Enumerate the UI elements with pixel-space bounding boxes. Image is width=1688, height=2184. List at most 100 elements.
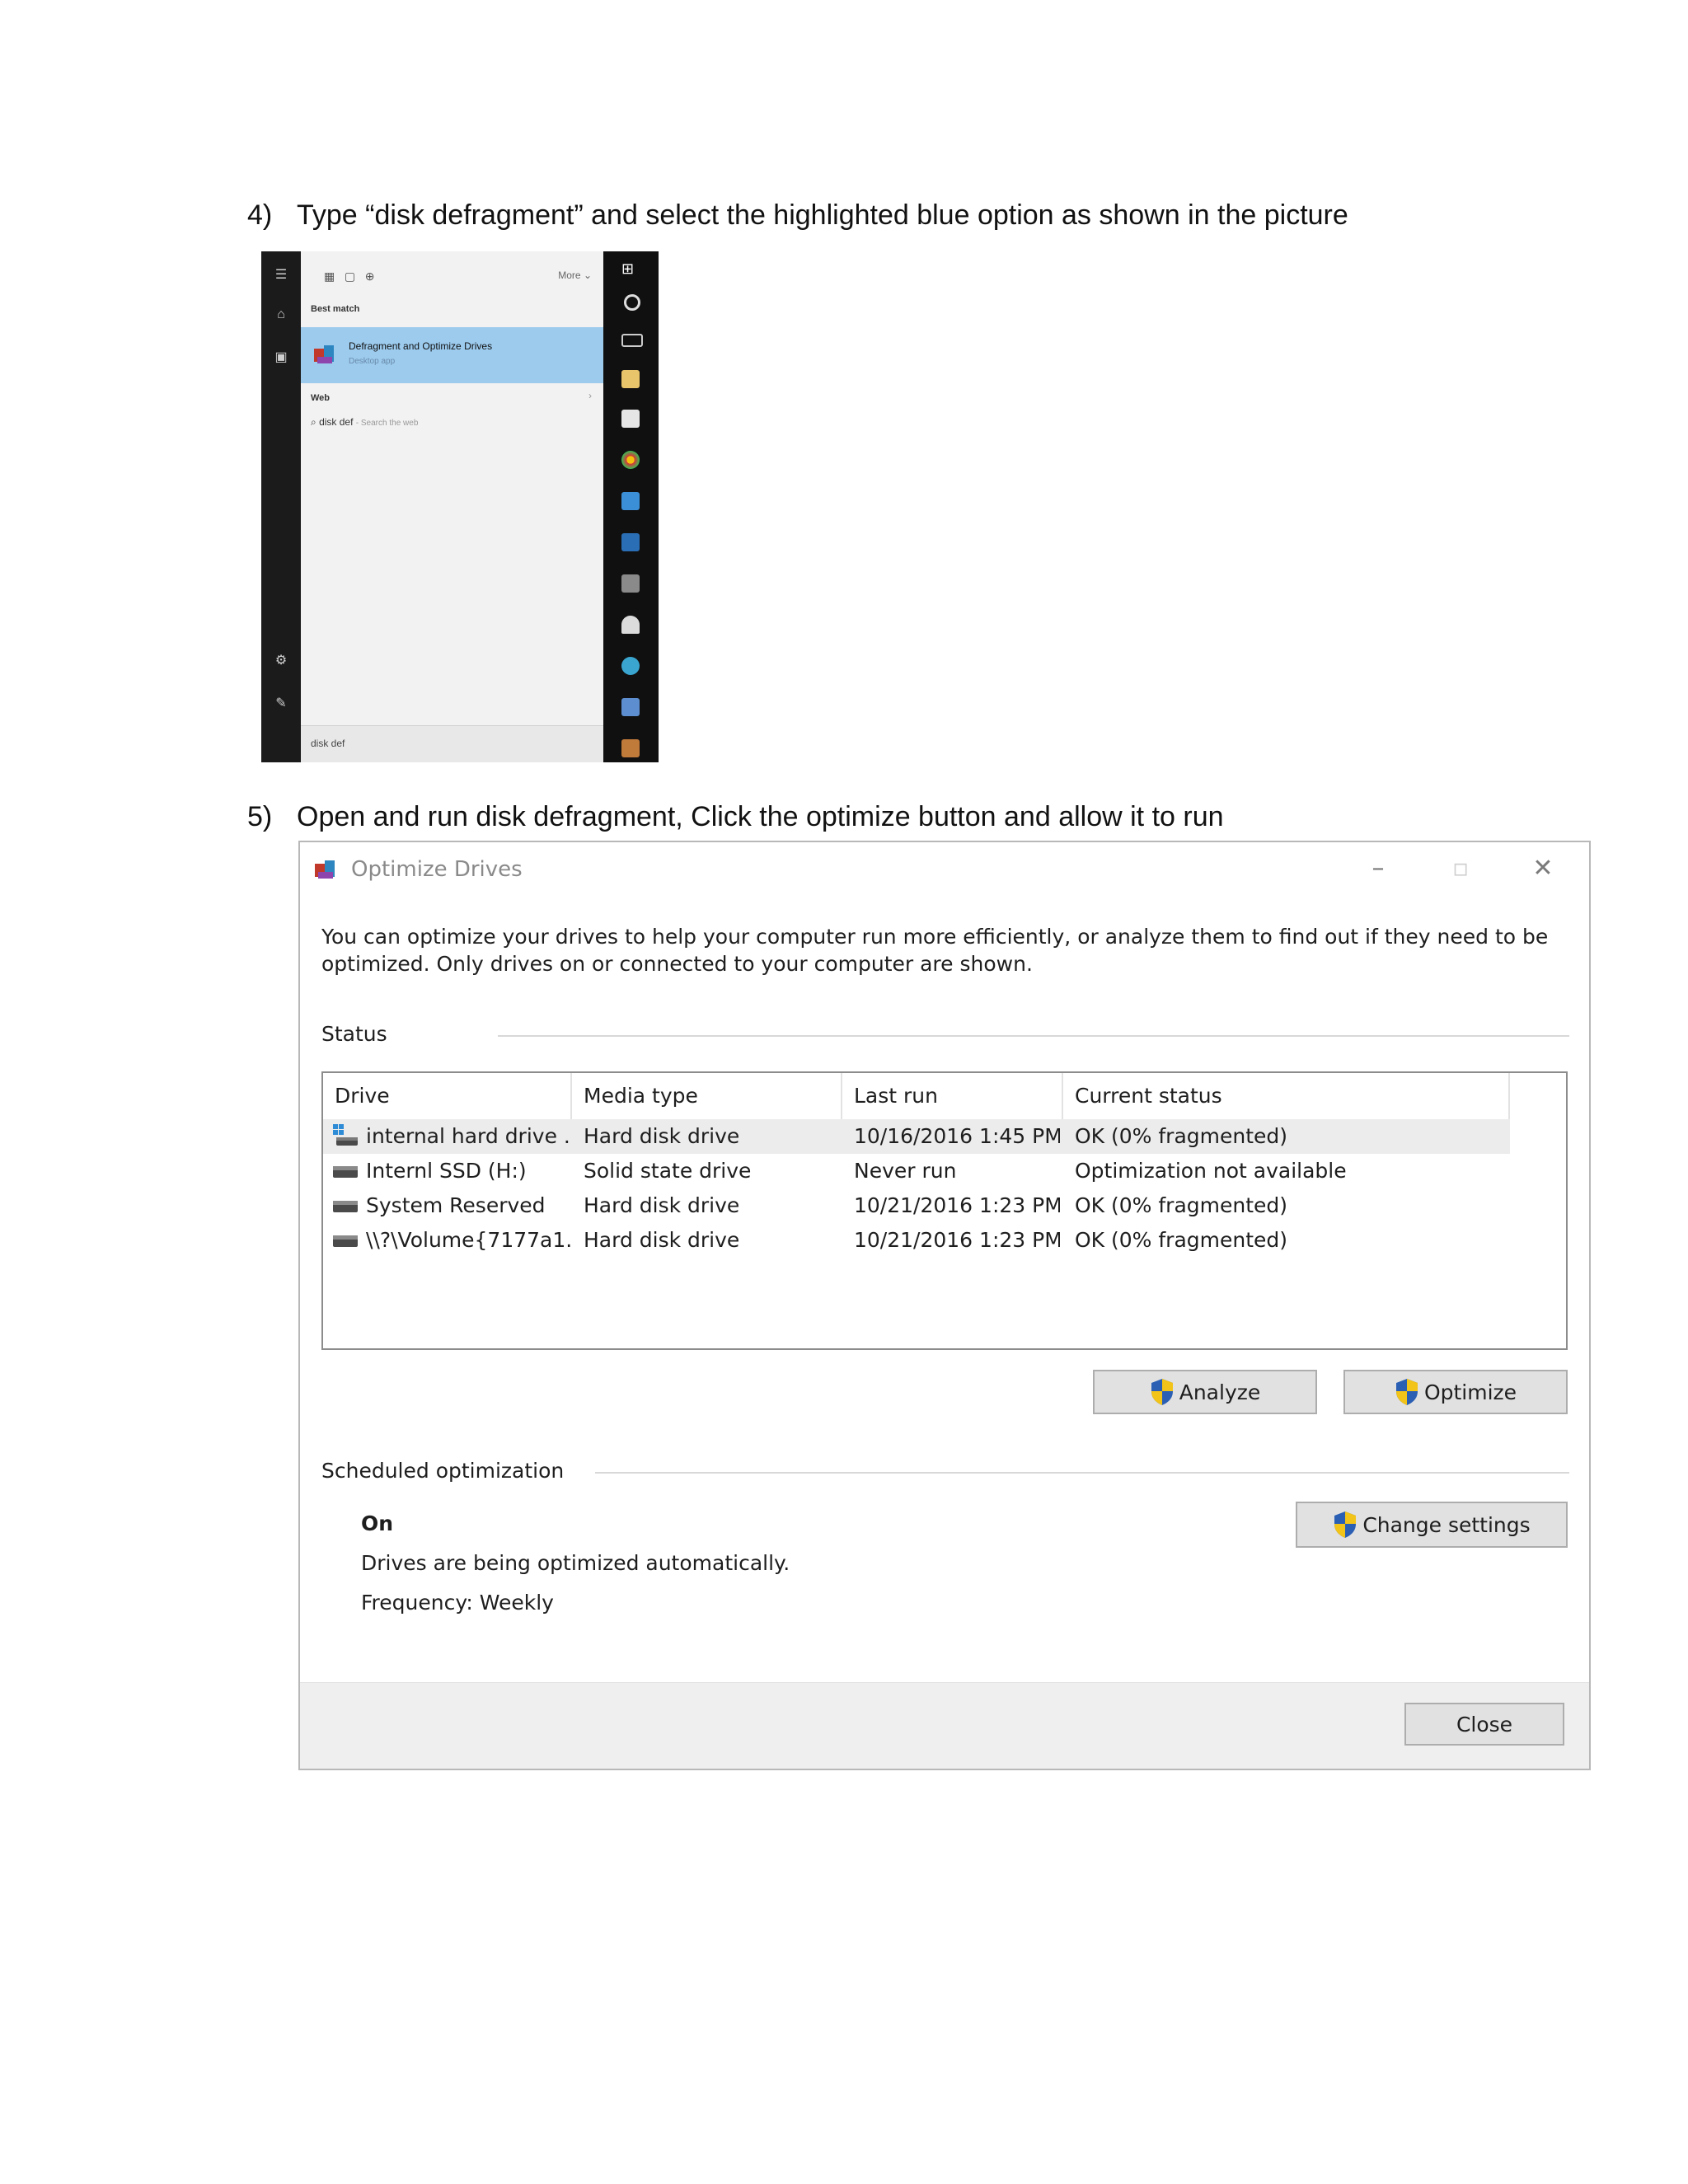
optimize-button[interactable]: Optimize	[1343, 1370, 1568, 1414]
app-icon[interactable]	[621, 616, 640, 634]
table-row[interactable]: Internl SSD (H:) Solid state drive Never…	[323, 1154, 1510, 1188]
web-query: disk def	[319, 416, 354, 428]
media-type: Hard disk drive	[584, 1124, 740, 1148]
change-settings-button[interactable]: Change settings	[1296, 1502, 1568, 1548]
step-text: Type “disk defragment” and select the hi…	[297, 199, 1348, 231]
optimize-drives-window: Optimize Drives – ▫ ✕ You can optimize y…	[298, 841, 1591, 1770]
step-5-heading: 5) Open and run disk defragment, Click th…	[247, 801, 1224, 833]
schedule-frequency: Frequency: Weekly	[361, 1591, 554, 1615]
windows-icon[interactable]: ⊞	[621, 260, 640, 278]
chrome-icon[interactable]	[621, 451, 640, 469]
status-divider	[498, 1035, 1569, 1037]
last-run: 10/21/2016 1:23 PM	[854, 1228, 1060, 1252]
checkmark-app-icon[interactable]	[621, 492, 640, 510]
uac-shield-icon	[1334, 1511, 1357, 1538]
window-footer: Close	[300, 1682, 1589, 1769]
gear-icon: ⚙	[274, 654, 288, 668]
current-status: OK (0% fragmented)	[1075, 1193, 1288, 1217]
search-box-text: disk def	[311, 738, 345, 749]
web-label: Web	[311, 393, 331, 403]
windows-drive-icon	[333, 1124, 358, 1146]
defrag-app-icon	[312, 342, 337, 367]
web-hint: - Search the web	[355, 419, 419, 428]
defrag-app-icon	[313, 857, 338, 882]
start-menu-screenshot: ☰ ⌂ ▣ ⚙ ✎ ▦ ▢ ⊕ More ⌄ Best match Defrag…	[261, 251, 659, 762]
web-search-result[interactable]: ⌕ disk def - Search the web	[311, 416, 418, 429]
table-row[interactable]: \\?\Volume{7177a1... Hard disk drive 10/…	[323, 1223, 1510, 1258]
best-match-subtitle: Desktop app	[349, 357, 396, 366]
best-match-title: Defragment and Optimize Drives	[349, 340, 493, 352]
drive-table: Drive Media type Last run Current status…	[321, 1071, 1568, 1350]
more-label: More	[558, 269, 581, 281]
schedule-state: On	[361, 1511, 394, 1535]
drive-name: \\?\Volume{7177a1...	[366, 1228, 572, 1252]
search-icon: ⌕	[311, 416, 316, 428]
description-line-2: optimized. Only drives on or connected t…	[321, 952, 1033, 976]
best-match-label: Best match	[311, 304, 360, 314]
column-header-drive[interactable]: Drive	[323, 1073, 572, 1119]
task-view-icon[interactable]	[621, 334, 643, 347]
current-status: Optimization not available	[1075, 1159, 1347, 1183]
step-4-heading: 4) Type “disk defragment” and select the …	[247, 199, 1348, 232]
scheduled-optimization-label: Scheduled optimization	[321, 1459, 565, 1483]
scheduled-divider	[595, 1472, 1569, 1474]
best-match-result[interactable]: Defragment and Optimize Drives Desktop a…	[301, 327, 603, 383]
minimize-button[interactable]: –	[1353, 852, 1403, 885]
file-explorer-icon[interactable]	[621, 370, 640, 388]
drive-name: System Reserved	[366, 1193, 546, 1217]
drive-icon	[333, 1201, 358, 1212]
cortana-icon[interactable]	[624, 294, 640, 311]
last-run: 10/16/2016 1:45 PM	[854, 1124, 1060, 1148]
uac-shield-icon	[1395, 1379, 1418, 1405]
drive-icon	[333, 1166, 358, 1178]
column-header-last-run[interactable]: Last run	[842, 1073, 1063, 1119]
media-type: Solid state drive	[584, 1159, 752, 1183]
hamburger-icon: ☰	[274, 268, 288, 282]
status-label: Status	[321, 1022, 387, 1046]
change-settings-label: Change settings	[1362, 1512, 1531, 1537]
media-type: Hard disk drive	[584, 1228, 740, 1252]
notebook-icon: ▣	[274, 350, 288, 364]
chevron-right-icon[interactable]: ›	[588, 390, 592, 401]
filter-icons[interactable]: ▦ ▢ ⊕	[324, 269, 375, 284]
search-results-panel: ▦ ▢ ⊕ More ⌄ Best match Defragment and O…	[301, 251, 603, 762]
current-status: OK (0% fragmented)	[1075, 1228, 1288, 1252]
media-type: Hard disk drive	[584, 1193, 740, 1217]
more-filter[interactable]: More ⌄	[558, 269, 592, 281]
drive-name: internal hard drive ...	[366, 1124, 572, 1148]
app-icon[interactable]	[621, 574, 640, 593]
step-number: 4)	[247, 199, 273, 231]
taskbar: ⊞	[603, 251, 659, 762]
table-row[interactable]: System Reserved Hard disk drive 10/21/20…	[323, 1188, 1510, 1223]
app-icon[interactable]	[621, 533, 640, 551]
step-number: 5)	[247, 801, 273, 832]
last-run: 10/21/2016 1:23 PM	[854, 1193, 1060, 1217]
app-icon[interactable]	[621, 739, 640, 757]
app-icon[interactable]	[621, 657, 640, 675]
start-left-rail: ☰ ⌂ ▣ ⚙ ✎	[261, 251, 301, 762]
search-box[interactable]: disk def	[301, 725, 603, 762]
description-line-1: You can optimize your drives to help you…	[321, 925, 1549, 949]
home-icon: ⌂	[277, 307, 285, 321]
optimize-label: Optimize	[1423, 1380, 1517, 1404]
analyze-label: Analyze	[1179, 1380, 1261, 1404]
close-label: Close	[1456, 1712, 1513, 1736]
close-button[interactable]: Close	[1404, 1703, 1564, 1746]
feedback-icon: ✎	[275, 696, 287, 710]
app-icon[interactable]	[621, 698, 640, 716]
table-row[interactable]: internal hard drive ... Hard disk drive …	[323, 1119, 1510, 1154]
current-status: OK (0% fragmented)	[1075, 1124, 1288, 1148]
uac-shield-icon	[1151, 1379, 1173, 1405]
step-text: Open and run disk defragment, Click the …	[297, 801, 1224, 832]
drive-icon	[333, 1235, 358, 1247]
last-run: Never run	[854, 1159, 957, 1183]
drive-name: Internl SSD (H:)	[366, 1159, 527, 1183]
column-header-current-status[interactable]: Current status	[1063, 1073, 1510, 1119]
schedule-description: Drives are being optimized automatically…	[361, 1551, 790, 1575]
close-window-button[interactable]: ✕	[1518, 852, 1568, 885]
analyze-button[interactable]: Analyze	[1093, 1370, 1317, 1414]
maximize-button[interactable]: ▫	[1436, 852, 1485, 885]
window-title: Optimize Drives	[351, 857, 523, 882]
store-icon[interactable]	[621, 410, 640, 428]
column-header-media-type[interactable]: Media type	[572, 1073, 842, 1119]
